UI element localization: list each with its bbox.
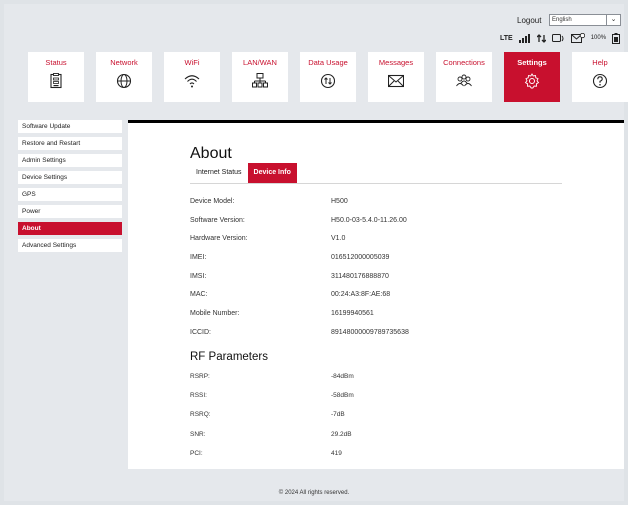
logout-link[interactable]: Logout bbox=[517, 16, 541, 25]
chevron-down-icon: ⌄ bbox=[606, 15, 620, 25]
sidebar-item-power[interactable]: Power bbox=[18, 205, 122, 218]
info-label: Device Model: bbox=[190, 197, 235, 205]
rf-row-rssi: RSSI: -58dBm bbox=[190, 386, 562, 405]
nav-tile-label: Status bbox=[45, 58, 67, 67]
info-label: IMEI: bbox=[190, 253, 207, 261]
data-usage-icon bbox=[320, 73, 336, 89]
nav-tile-connections[interactable]: Connections bbox=[436, 52, 492, 102]
wifi-icon bbox=[184, 75, 200, 88]
rf-row-rsrq: RSRQ: -7dB bbox=[190, 405, 562, 424]
signal-bars-icon bbox=[518, 33, 530, 43]
sidebar-item-device-settings[interactable]: Device Settings bbox=[18, 171, 122, 184]
info-value: 016512000005039 bbox=[331, 253, 390, 261]
tab-internet-status[interactable]: Internet Status bbox=[190, 163, 248, 183]
info-label: MAC: bbox=[190, 291, 208, 299]
info-row-mac: MAC: 00:24:A3:8F:AE:68 bbox=[190, 285, 562, 304]
rf-label: SNR: bbox=[190, 430, 206, 438]
info-value: H50.0-03-5.4.0-11.26.00 bbox=[331, 216, 407, 224]
globe-icon bbox=[116, 73, 132, 89]
users-icon bbox=[456, 74, 472, 87]
nav-tile-help[interactable]: Help bbox=[572, 52, 628, 102]
info-label: Mobile Number: bbox=[190, 309, 240, 317]
sidebar-item-about[interactable]: About bbox=[18, 222, 122, 235]
nav-tile-label: Messages bbox=[378, 58, 414, 67]
rf-label: PCI: bbox=[190, 449, 203, 457]
rf-label: RSSI: bbox=[190, 392, 207, 400]
battery-percentage: 100% bbox=[590, 35, 607, 41]
info-label: ICCID: bbox=[190, 328, 211, 336]
status-icon bbox=[50, 73, 62, 89]
language-select-value: English bbox=[552, 17, 572, 23]
info-label: Hardware Version: bbox=[190, 235, 248, 243]
rf-value: -84dBm bbox=[331, 373, 354, 381]
nav-tile-wifi[interactable]: WiFi bbox=[164, 52, 220, 102]
battery-icon bbox=[612, 32, 621, 44]
rf-row-rsrp: RSRP: -84dBm bbox=[190, 367, 562, 386]
info-row-device-model: Device Model: H500 bbox=[190, 192, 562, 211]
sidebar-item-gps[interactable]: GPS bbox=[18, 188, 122, 201]
rf-label: RSRQ: bbox=[190, 411, 211, 419]
settings-sidebar: Software Update Restore and Restart Admi… bbox=[18, 120, 122, 256]
nav-tile-lan-wan[interactable]: LAN/WAN bbox=[232, 52, 288, 102]
nav-tile-status[interactable]: Status bbox=[28, 52, 84, 102]
nav-tile-settings[interactable]: Settings bbox=[504, 52, 560, 102]
rf-row-snr: SNR: 29.2dB bbox=[190, 425, 562, 444]
help-icon bbox=[592, 73, 608, 89]
info-row-imsi: IMSI: 311480176888870 bbox=[190, 267, 562, 286]
device-info-list: Device Model: H500 Software Version: H50… bbox=[190, 192, 562, 342]
nav-tile-label: Connections bbox=[443, 58, 485, 67]
nav-tile-label: Help bbox=[592, 58, 608, 67]
info-value: V1.0 bbox=[331, 235, 346, 243]
info-value: 00:24:A3:8F:AE:68 bbox=[331, 291, 391, 299]
tab-divider bbox=[190, 183, 562, 184]
info-label: IMSI: bbox=[190, 272, 207, 280]
sidebar-item-admin-settings[interactable]: Admin Settings bbox=[18, 154, 122, 167]
sidebar-item-software-update[interactable]: Software Update bbox=[18, 120, 122, 133]
gear-icon bbox=[524, 73, 540, 89]
nav-tile-label: Network bbox=[110, 58, 138, 67]
nav-tile-messages[interactable]: Messages bbox=[368, 52, 424, 102]
footer-copyright: © 2024 All rights reserved. bbox=[278, 490, 350, 496]
page-frame: Logout English ⌄ LTE 100% Status Network… bbox=[4, 4, 628, 501]
rf-label: RSRP: bbox=[190, 373, 210, 381]
info-value: 311480176888870 bbox=[331, 272, 389, 280]
info-row-iccid: ICCID: 89148000009789735638 bbox=[190, 323, 562, 342]
info-row-mobile-number: Mobile Number: 16199940561 bbox=[190, 304, 562, 323]
sidebar-item-restore-and-restart[interactable]: Restore and Restart bbox=[18, 137, 122, 150]
rf-value: 419 bbox=[331, 449, 342, 457]
nav-tile-label: WiFi bbox=[184, 58, 200, 67]
nav-tile-network[interactable]: Network bbox=[96, 52, 152, 102]
info-value: H500 bbox=[331, 197, 348, 205]
info-row-hardware-version: Hardware Version: V1.0 bbox=[190, 229, 562, 248]
network-type: LTE bbox=[500, 34, 513, 42]
sidebar-item-advanced-settings[interactable]: Advanced Settings bbox=[18, 239, 122, 252]
rf-row-pci: PCI: 419 bbox=[190, 444, 562, 463]
message-icon bbox=[570, 33, 585, 43]
nav-tile-label: LAN/WAN bbox=[243, 58, 277, 67]
tab-device-info[interactable]: Device Info bbox=[247, 163, 297, 183]
rf-value: -58dBm bbox=[331, 392, 354, 400]
info-row-software-version: Software Version: H50.0-03-5.4.0-11.26.0… bbox=[190, 211, 562, 230]
top-nav: Status Network WiFi LAN/WAN Data Usage M… bbox=[28, 52, 628, 102]
tab-bar: Internet Status Device Info bbox=[190, 163, 297, 183]
wifi-clients-icon bbox=[551, 33, 564, 42]
nav-tile-label: Settings bbox=[517, 58, 547, 67]
nav-tile-label: Data Usage bbox=[308, 58, 348, 67]
rf-value: -7dB bbox=[331, 411, 345, 419]
nav-tile-data-usage[interactable]: Data Usage bbox=[300, 52, 356, 102]
page-title: About bbox=[190, 145, 232, 162]
envelope-icon bbox=[388, 74, 404, 88]
status-bar: LTE 100% bbox=[500, 32, 621, 44]
data-transfer-icon bbox=[536, 33, 546, 43]
info-row-imei: IMEI: 016512000005039 bbox=[190, 248, 562, 267]
rf-value: 29.2dB bbox=[331, 430, 352, 438]
info-label: Software Version: bbox=[190, 216, 245, 224]
info-value: 16199940561 bbox=[331, 309, 374, 317]
language-select[interactable]: English ⌄ bbox=[549, 14, 621, 26]
rf-parameters-heading: RF Parameters bbox=[190, 351, 268, 363]
lan-icon bbox=[252, 73, 268, 88]
rf-parameters-list: RSRP: -84dBm RSSI: -58dBm RSRQ: -7dB SNR… bbox=[190, 367, 562, 463]
content-panel: About Internet Status Device Info Device… bbox=[128, 120, 624, 469]
info-value: 89148000009789735638 bbox=[331, 328, 409, 336]
